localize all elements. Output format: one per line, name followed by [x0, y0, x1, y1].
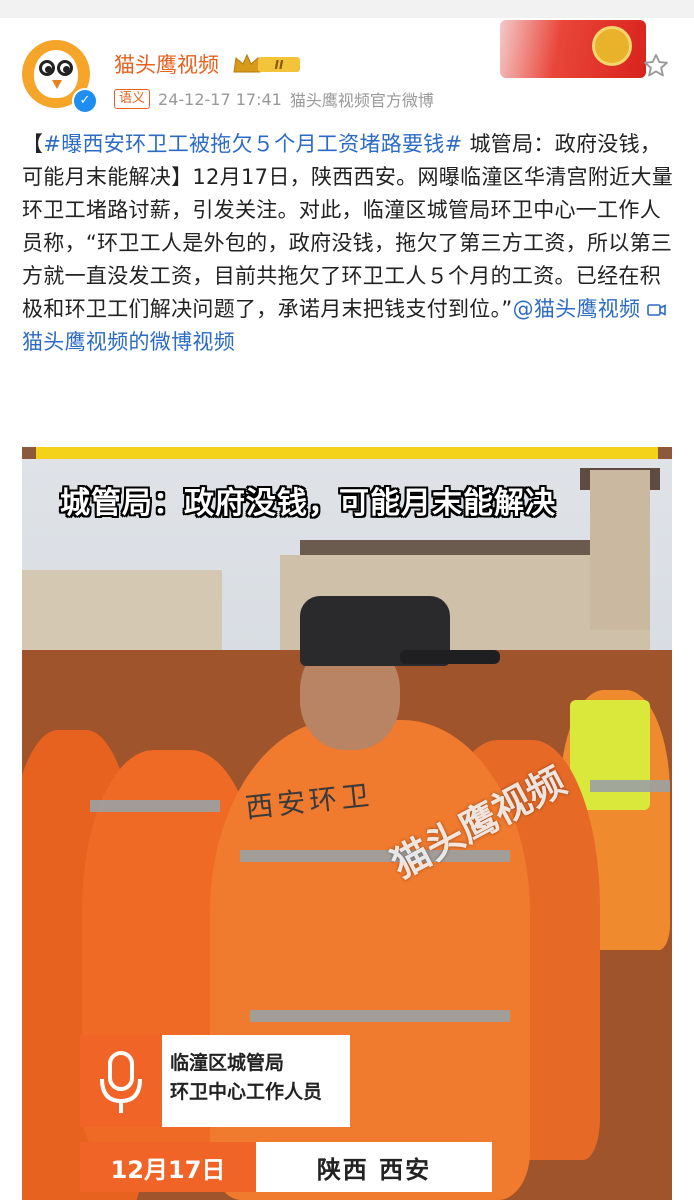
reflective-stripe — [590, 780, 670, 792]
member-crown-icon[interactable]: II — [232, 52, 302, 76]
speaker-caption: 临潼区城管局 环卫中心工作人员 — [80, 1035, 350, 1127]
post-timestamp: 24-12-17 17:41 — [158, 89, 282, 109]
post-meta: 语义 24-12-17 17:41 猫头鹰视频官方微博 — [114, 87, 434, 111]
video-title-overlay: 城管局：政府没钱，可能月末能解决 — [60, 486, 556, 521]
owl-face-icon — [34, 50, 78, 98]
post-text: 【#曝西安环卫工被拖欠５个月工资堵路要钱# 城管局：政府没钱，可能月末能解决】1… — [22, 128, 674, 359]
video-top-bar — [36, 447, 658, 459]
reflective-stripe — [90, 800, 220, 812]
video-icon — [647, 304, 667, 316]
mention-link[interactable]: @猫头鹰视频 — [513, 297, 641, 321]
tower — [590, 470, 650, 630]
caption-line2: 环卫中心工作人员 — [170, 1081, 323, 1103]
star-icon[interactable] — [642, 52, 670, 80]
microphone-icon — [80, 1035, 162, 1127]
video-location: 陕西 西安 — [256, 1142, 492, 1192]
top-divider — [0, 0, 694, 18]
video-link-label: 猫头鹰视频的微博视频 — [22, 330, 235, 354]
post-source: 猫头鹰视频官方微博 — [289, 91, 434, 110]
worker-hat-brim — [400, 650, 500, 664]
username[interactable]: 猫头鹰视频 — [114, 49, 219, 79]
verified-icon: ✓ — [72, 88, 98, 114]
owl-beak — [52, 80, 62, 89]
reflective-stripe — [250, 1010, 510, 1022]
video-date: 12月17日 — [80, 1142, 256, 1192]
hashtag-link[interactable]: #曝西安环卫工被拖欠５个月工资堵路要钱# — [43, 132, 462, 156]
caption-line1: 临潼区城管局 — [170, 1052, 285, 1074]
badge-level: II — [275, 58, 284, 72]
emblem-icon — [592, 26, 632, 66]
post-text-body: 城管局：政府没钱，可能月末能解决】12月17日，陕西西安。网曝临潼区华清宫附近大… — [22, 132, 674, 321]
owl-eye-left — [39, 60, 55, 76]
post-text-open: 【 — [22, 132, 44, 156]
decoration-banner[interactable] — [500, 20, 646, 78]
owl-eye-right — [57, 60, 73, 76]
semantic-tag[interactable]: 语义 — [114, 89, 151, 109]
